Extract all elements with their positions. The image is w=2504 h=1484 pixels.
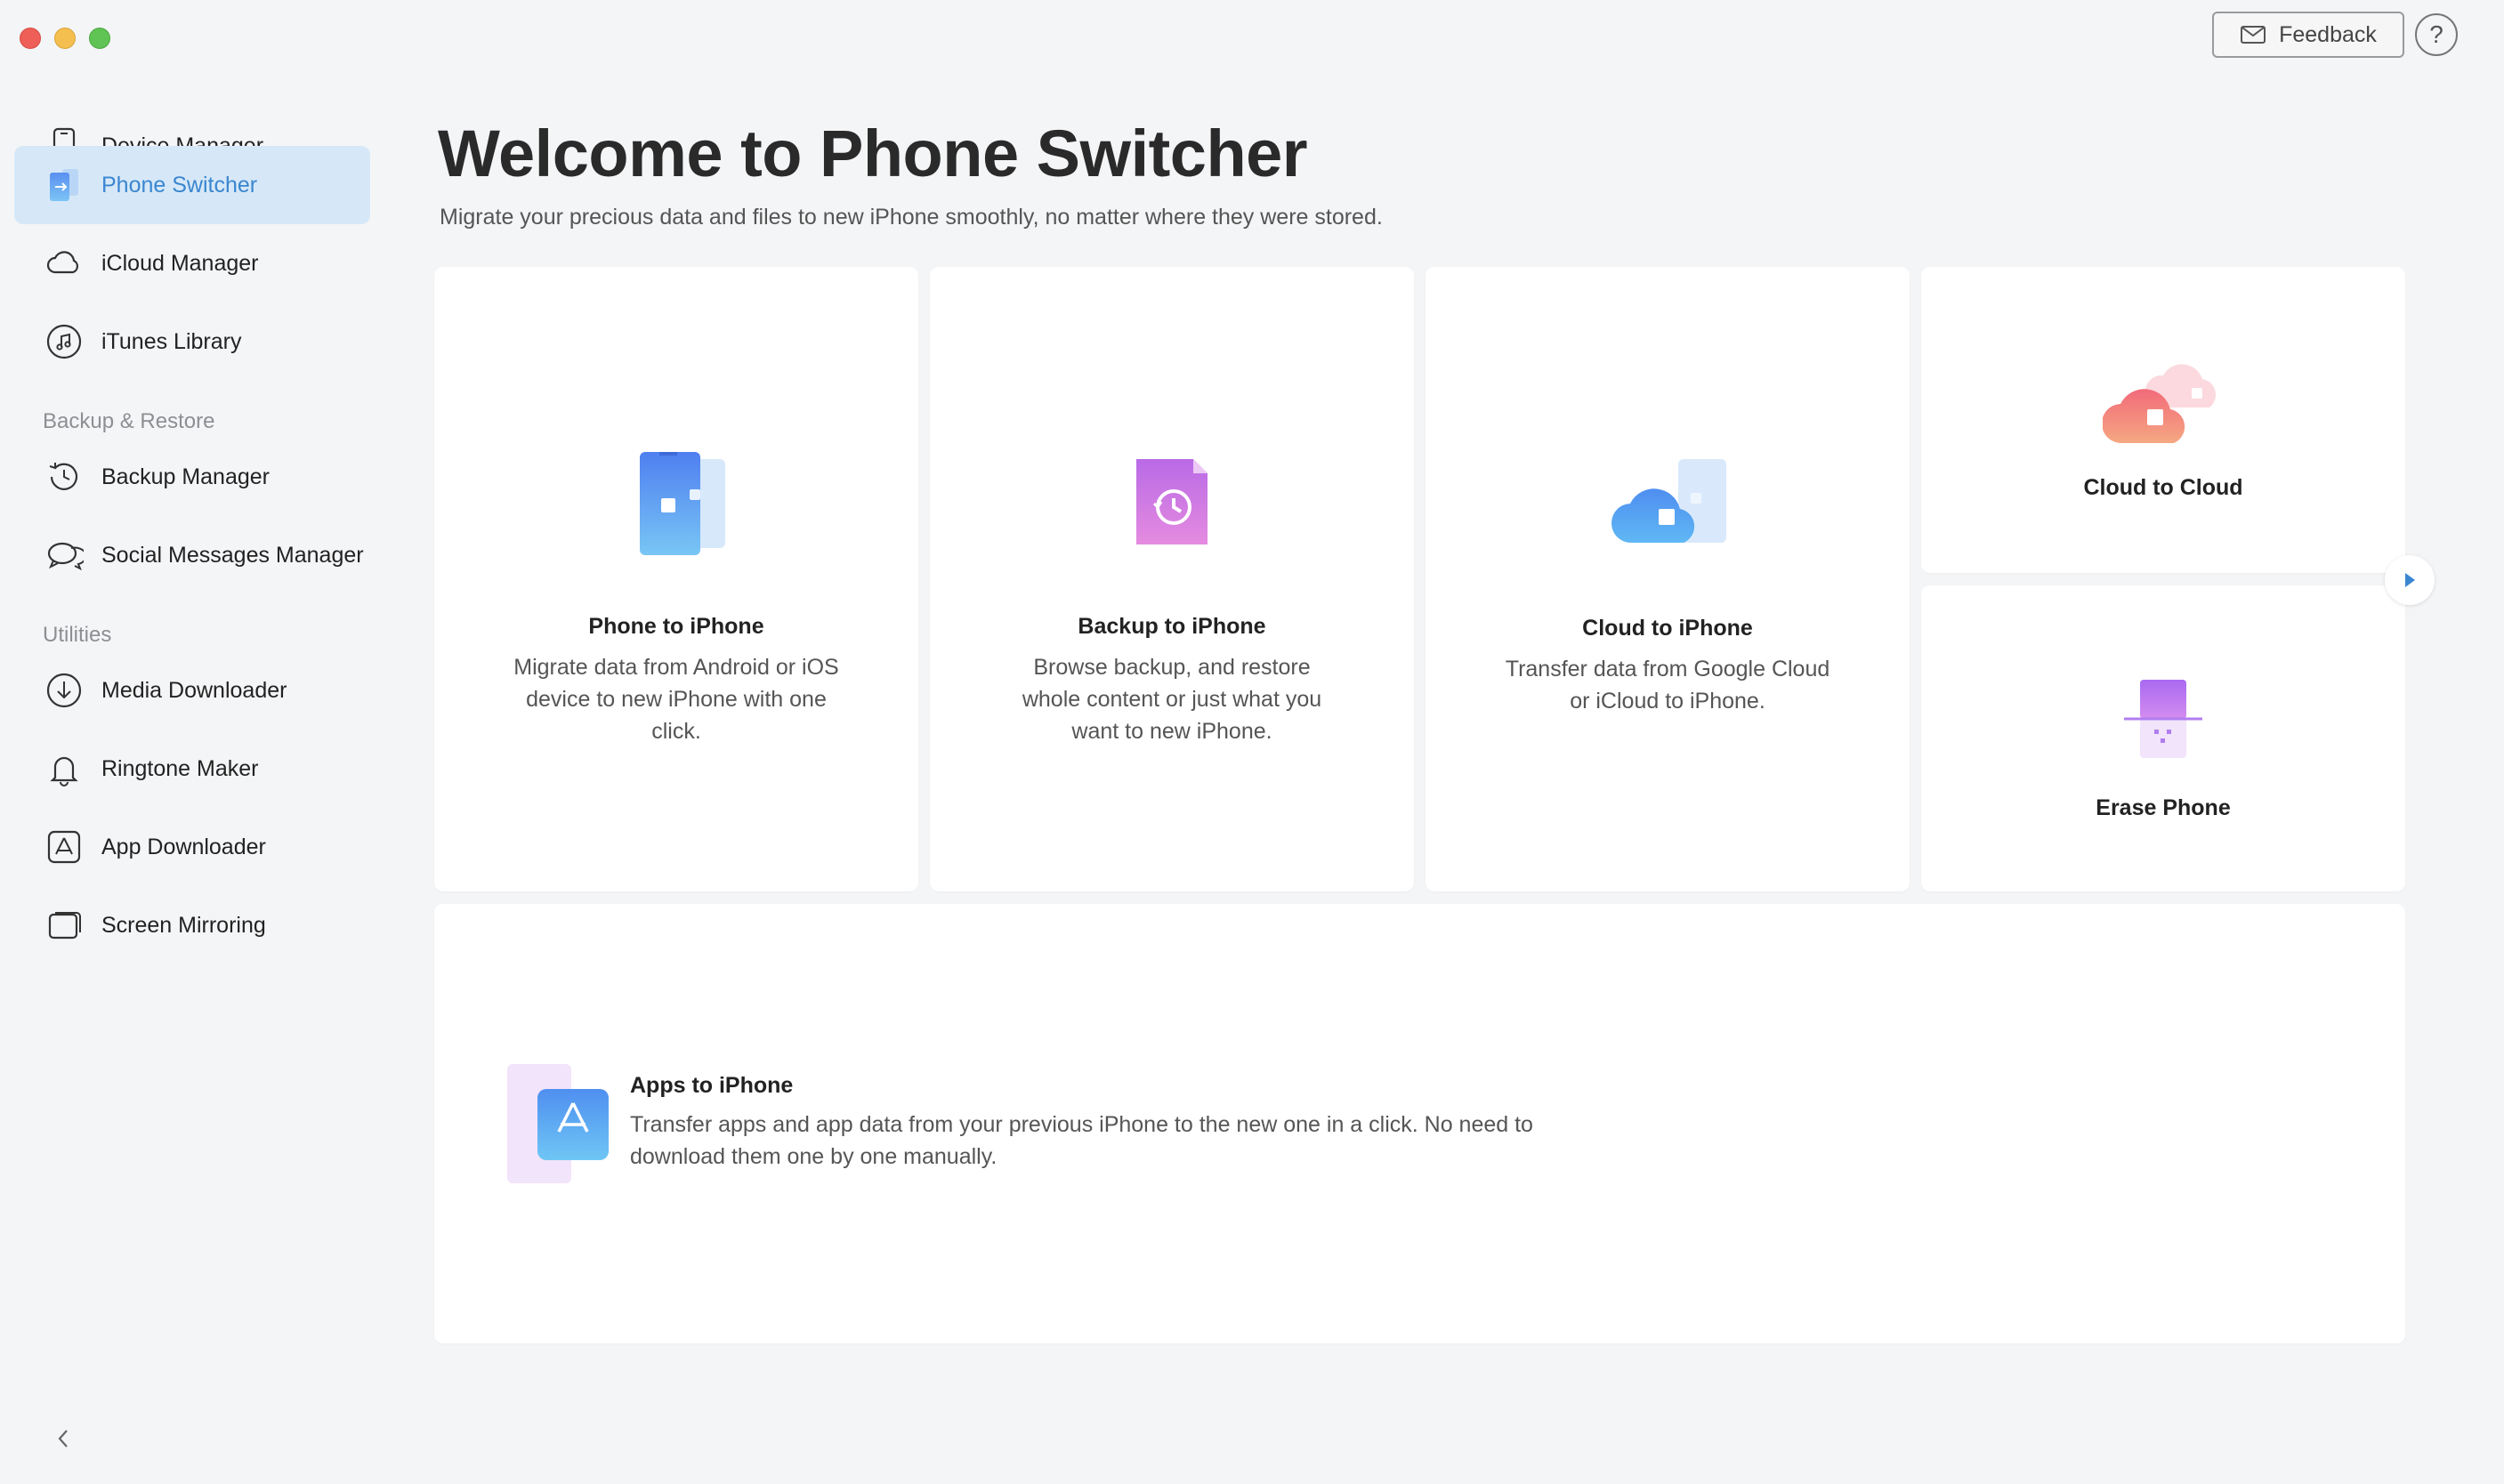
feedback-button[interactable]: Feedback [2212,12,2404,58]
section-header-utilities: Utilities [43,623,112,647]
minimize-window-button[interactable] [54,28,76,49]
help-button[interactable]: ? [2415,13,2458,56]
sidebar-item-label: Ringtone Maker [101,755,259,781]
card-title: Cloud to iPhone [1582,616,1753,641]
page-title: Welcome to Phone Switcher [438,117,1308,190]
sidebar-item-social-messages-manager[interactable]: Social Messages Manager [14,516,370,594]
card-cloud-to-iphone[interactable]: Cloud to iPhone Transfer data from Googl… [1426,267,1910,891]
sidebar-item-label: Backup Manager [101,464,271,489]
music-note-icon [44,322,84,361]
app-store-transfer-icon [505,1062,612,1191]
page-subtitle: Migrate your precious data and files to … [440,205,1383,230]
sidebar-item-label: iCloud Manager [101,250,259,276]
phone-transfer-icon [636,452,729,563]
card-backup-to-iphone[interactable]: Backup to iPhone Browse backup, and rest… [930,267,1414,891]
card-erase-phone[interactable]: Erase Phone [1921,585,2405,891]
phone-switcher-icon [44,165,84,205]
maximize-window-button[interactable] [89,28,110,49]
cloud-sync-icon [2101,354,2224,451]
sidebar-item-icloud-manager[interactable]: iCloud Manager [14,224,370,302]
next-page-button[interactable] [2385,555,2435,605]
sidebar-item-label: iTunes Library [101,328,242,354]
sidebar-item-label: Phone Switcher [101,172,258,198]
screen-mirroring-icon [44,906,84,945]
sidebar-item-screen-mirroring[interactable]: Screen Mirroring [14,886,370,964]
card-description: Transfer apps and app data from your pre… [630,1112,1533,1169]
card-title: Phone to iPhone [588,614,764,639]
card-phone-to-iphone[interactable]: Phone to iPhone Migrate data from Androi… [434,267,918,891]
history-icon [44,457,84,496]
sidebar-item-ringtone-maker[interactable]: Ringtone Maker [14,730,370,808]
card-title: Cloud to Cloud [2083,475,2243,500]
chat-bubbles-icon [44,536,84,575]
card-title: Apps to iPhone [630,1073,794,1098]
sidebar-item-label: App Downloader [101,834,266,859]
erase-phone-icon [2120,680,2206,764]
mail-icon [2241,26,2266,44]
sidebar: Device Manager Phone Switcher iCloud Man… [0,71,383,1484]
sidebar-item-label: Screen Mirroring [101,912,266,938]
sidebar-item-phone-switcher[interactable]: Phone Switcher [14,146,370,224]
close-window-button[interactable] [20,28,41,49]
sidebar-item-label: Social Messages Manager [101,542,364,568]
card-description: Browse backup, and restore whole content… [1022,655,1322,744]
card-title: Backup to iPhone [1078,614,1266,639]
sidebar-item-media-downloader[interactable]: Media Downloader [14,651,370,730]
sidebar-item-backup-manager[interactable]: Backup Manager [14,438,370,516]
window-controls [20,28,110,49]
feedback-label: Feedback [2279,21,2377,47]
section-header-backup-restore: Backup & Restore [43,409,215,433]
caret-right-icon [2405,573,2415,587]
chevron-left-icon [58,1430,68,1448]
download-icon [44,671,84,710]
sidebar-item-label: Media Downloader [101,677,287,703]
backup-restore-icon [1133,456,1211,552]
card-description: Transfer data from Google Cloud or iClou… [1505,657,1830,714]
cloud-icon [44,244,84,283]
collapse-sidebar-button[interactable] [50,1425,77,1452]
card-cloud-to-cloud[interactable]: Cloud to Cloud [1921,267,2405,573]
card-description: Migrate data from Android or iOS device … [513,655,839,744]
bell-icon [44,749,84,788]
cloud-transfer-icon [1609,457,1730,551]
card-title: Erase Phone [2096,795,2231,820]
sidebar-item-itunes-library[interactable]: iTunes Library [14,302,370,381]
app-window: Feedback ? Device Manager Phone Switcher [0,0,2504,1484]
sidebar-item-app-downloader[interactable]: App Downloader [14,808,370,886]
app-store-icon [44,827,84,867]
